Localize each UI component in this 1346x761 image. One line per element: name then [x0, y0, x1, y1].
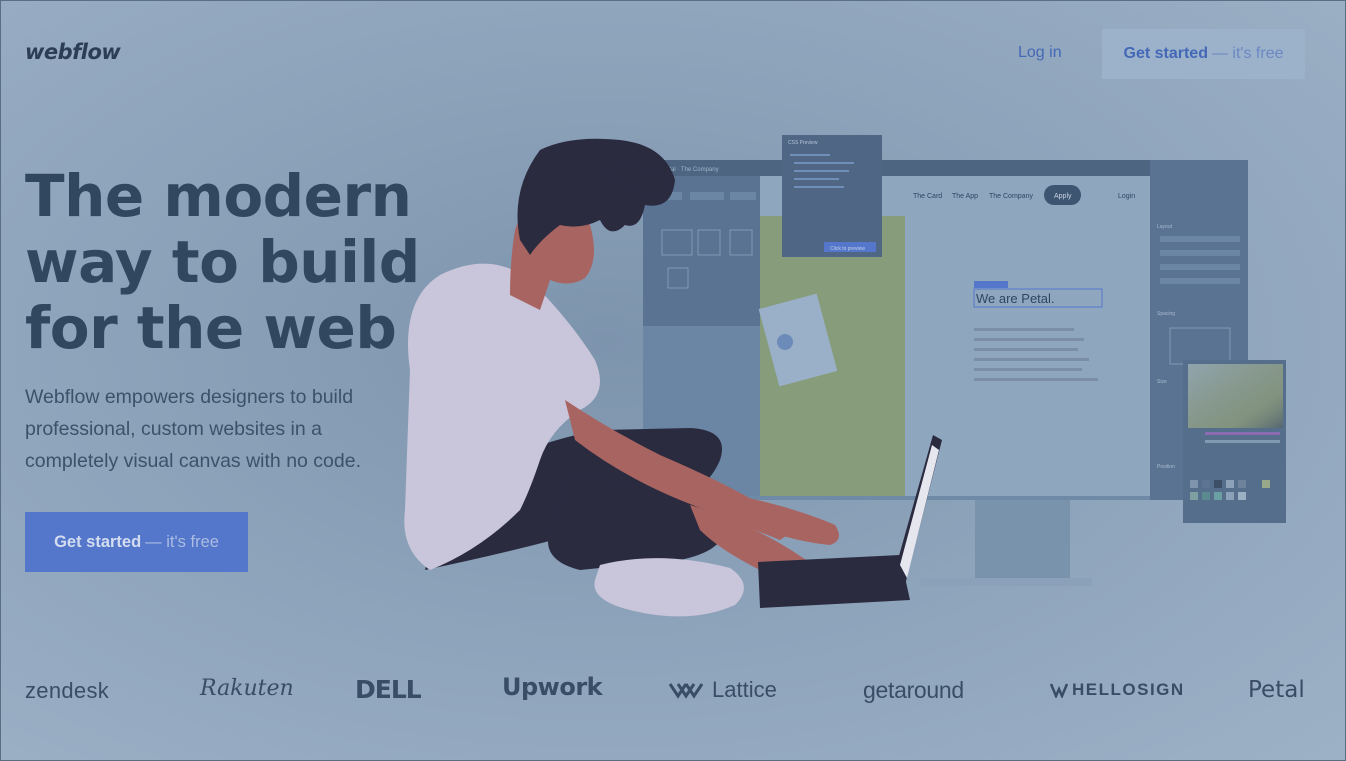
upwork-logo: Upwork: [502, 673, 603, 701]
hero-subtitle: Webflow empowers designers to build prof…: [25, 386, 362, 472]
cta-header-label: Get started: [1123, 45, 1208, 62]
css-preview-button: Click to preview: [830, 246, 865, 252]
customer-logos: zendesk Rakuten DELL Upwork Lattice geta…: [0, 670, 1346, 710]
panel-section-spacing: Spacing: [1157, 311, 1175, 317]
lattice-logo: Lattice: [668, 677, 777, 703]
dell-logo: DELL: [355, 675, 422, 704]
editor-nav-1: The Card: [913, 193, 942, 200]
hellosign-wordmark: HELLOSIGN: [1072, 680, 1185, 699]
color-picker-panel: [1183, 360, 1286, 523]
editor-headline: We are Petal.: [976, 291, 1055, 306]
hero-title-line-1: The modern: [25, 162, 412, 230]
hero-illustration: Petal · The Company The Card The App The…: [404, 135, 1286, 617]
getaround-logo: getaround: [863, 677, 964, 703]
hero-title-line-3: for the web: [25, 294, 397, 362]
get-started-hero-button[interactable]: Get started — it's free: [25, 512, 248, 572]
lattice-icon: [668, 683, 704, 699]
get-started-header-button[interactable]: Get started — it's free: [1102, 29, 1305, 79]
editor-login: Login: [1118, 193, 1135, 200]
hero-title-line-2: way to build: [25, 228, 420, 296]
lattice-wordmark: Lattice: [712, 677, 777, 702]
login-link[interactable]: Log in: [1018, 44, 1062, 62]
css-preview-title: CSS Preview: [788, 140, 818, 146]
hellosign-logo: HELLOSIGN: [1050, 680, 1185, 700]
hero-title: The modern way to build for the web: [25, 163, 445, 361]
cta-hero-suffix: — it's free: [145, 532, 219, 551]
zendesk-logo: zendesk: [25, 678, 110, 703]
editor-nav-3: The Company: [989, 193, 1033, 200]
cta-header-suffix: — it's free: [1211, 45, 1284, 62]
editor-apply-button: Apply: [1054, 193, 1072, 200]
panel-section-size: Size: [1157, 379, 1167, 385]
hellosign-icon: [1050, 683, 1068, 698]
rakuten-logo: Rakuten: [200, 676, 294, 701]
panel-section-position: Position: [1157, 464, 1175, 470]
panel-section-layout: Layout: [1157, 224, 1173, 230]
petal-logo: Petal: [1248, 677, 1305, 703]
css-preview-panel: CSS Preview Click to preview: [782, 135, 882, 257]
cta-hero-label: Get started: [54, 532, 142, 551]
editor-nav-2: The App: [952, 193, 978, 200]
webflow-logo[interactable]: webflow: [25, 40, 121, 64]
